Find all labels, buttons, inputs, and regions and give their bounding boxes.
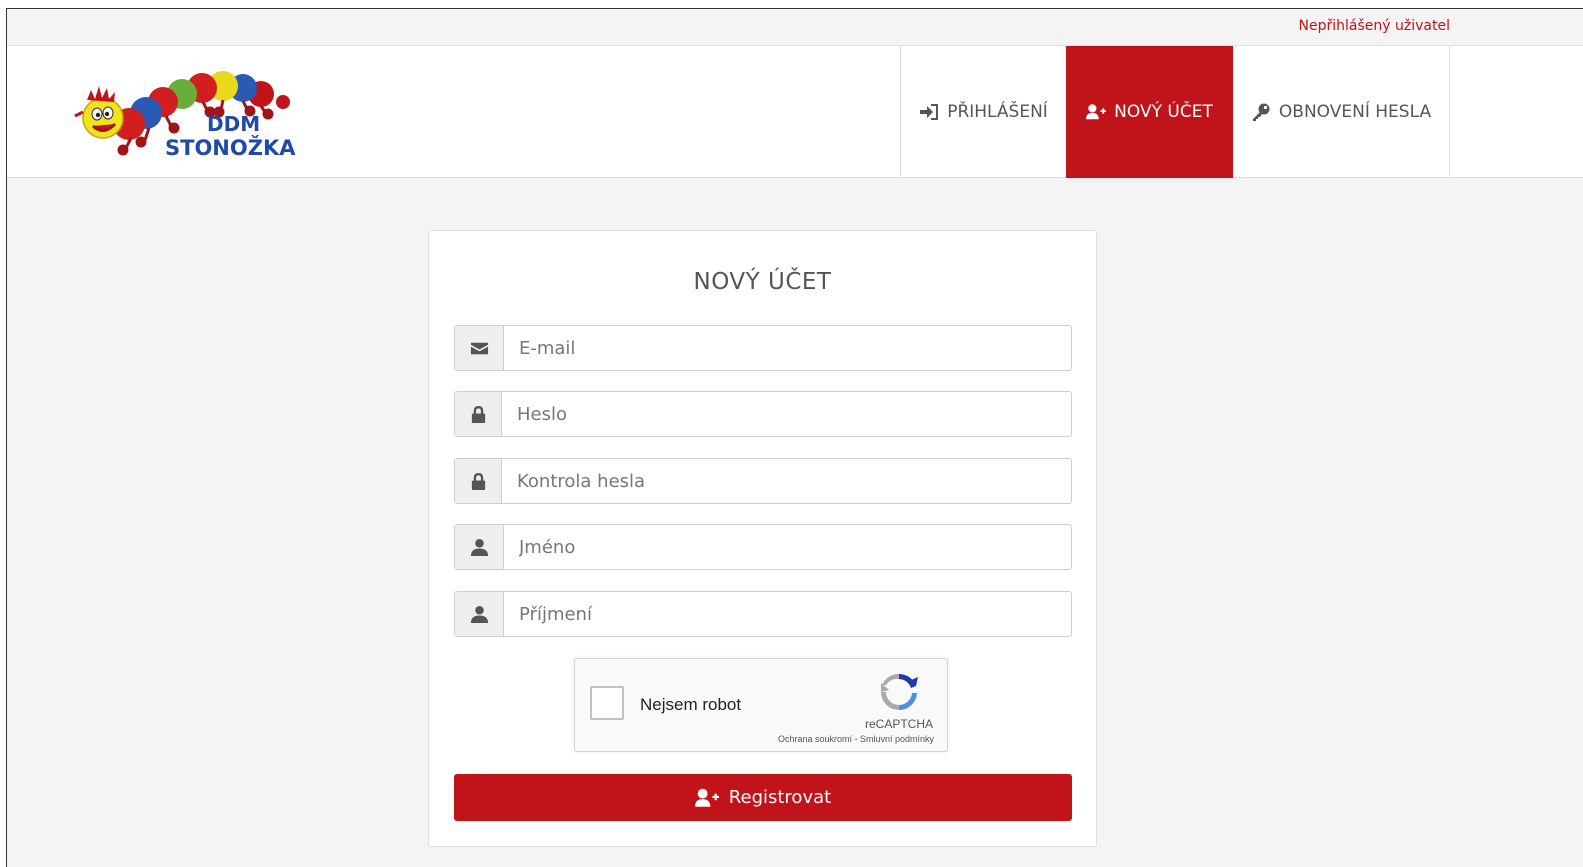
password-confirm-input[interactable] (502, 459, 1071, 503)
recaptcha-separator: - (851, 734, 860, 744)
nav-new-account[interactable]: NOVÝ ÚČET (1066, 46, 1233, 178)
password-input[interactable] (502, 392, 1071, 436)
recaptcha-links: Ochrana soukromí - Smluvní podmínky (778, 734, 934, 744)
envelope-icon (470, 342, 488, 354)
recaptcha-logo-icon (881, 673, 918, 710)
last-name-addon (455, 592, 504, 636)
register-button[interactable]: Registrovat (454, 774, 1072, 821)
last-name-input[interactable] (504, 592, 1071, 636)
sign-in-icon (920, 104, 939, 120)
registration-card: NOVÝ ÚČET E-mail Jméno Příjmení Nejsem r… (428, 230, 1097, 847)
password-field (454, 391, 1072, 437)
recaptcha-checkbox[interactable] (590, 686, 624, 720)
lock-icon (471, 472, 485, 490)
user-icon (470, 605, 488, 623)
svg-text:DDM: DDM (207, 112, 260, 136)
email-field (454, 325, 1072, 371)
key-icon (1252, 103, 1270, 121)
recaptcha-brand: reCAPTCHA (864, 717, 933, 731)
nav-login[interactable]: PŘIHLÁŠENÍ (901, 46, 1066, 178)
nav-login-label: PŘIHLÁŠENÍ (947, 102, 1048, 122)
browser-viewport: Nepřihlášený uživatel DDM STONOŽKA PŘIHL… (6, 8, 1583, 867)
register-button-label: Registrovat (728, 787, 832, 808)
recaptcha-label: Nejsem robot (640, 695, 742, 714)
first-name-addon (455, 525, 504, 569)
first-name-input[interactable] (504, 525, 1071, 569)
email-addon (455, 326, 504, 370)
lock-icon (471, 405, 485, 423)
nav-reset-password-label: OBNOVENÍ HESLA (1278, 102, 1432, 122)
ddm-stonozka-logo[interactable]: DDM STONOŽKA (71, 66, 306, 161)
user-plus-icon (694, 788, 719, 807)
header: DDM STONOŽKA PŘIHLÁŠENÍ NOVÝ ÚČET OBNOVE… (7, 46, 1583, 178)
email-input[interactable] (504, 326, 1071, 370)
last-name-field (454, 591, 1072, 637)
svg-text:STONOŽKA: STONOŽKA (165, 135, 296, 160)
password-confirm-field (454, 458, 1072, 504)
main-nav: PŘIHLÁŠENÍ NOVÝ ÚČET OBNOVENÍ HESLA (900, 46, 1450, 178)
page-title: NOVÝ ÚČET (693, 269, 832, 295)
top-bar: Nepřihlášený uživatel (7, 9, 1583, 46)
recaptcha-privacy-link[interactable]: Ochrana soukromí (778, 734, 852, 744)
first-name-field (454, 524, 1072, 570)
user-icon (470, 538, 488, 556)
recaptcha-widget: Nejsem robot reCAPTCHA Ochrana soukromí … (574, 658, 948, 752)
user-status: Nepřihlášený uživatel (1298, 18, 1450, 34)
recaptcha-terms-link[interactable]: Smluvní podmínky (860, 734, 934, 744)
nav-new-account-label: NOVÝ ÚČET (1114, 102, 1213, 122)
password-addon (455, 392, 502, 436)
password-confirm-addon (455, 459, 502, 503)
user-plus-icon (1086, 104, 1107, 120)
nav-reset-password[interactable]: OBNOVENÍ HESLA (1233, 46, 1449, 178)
